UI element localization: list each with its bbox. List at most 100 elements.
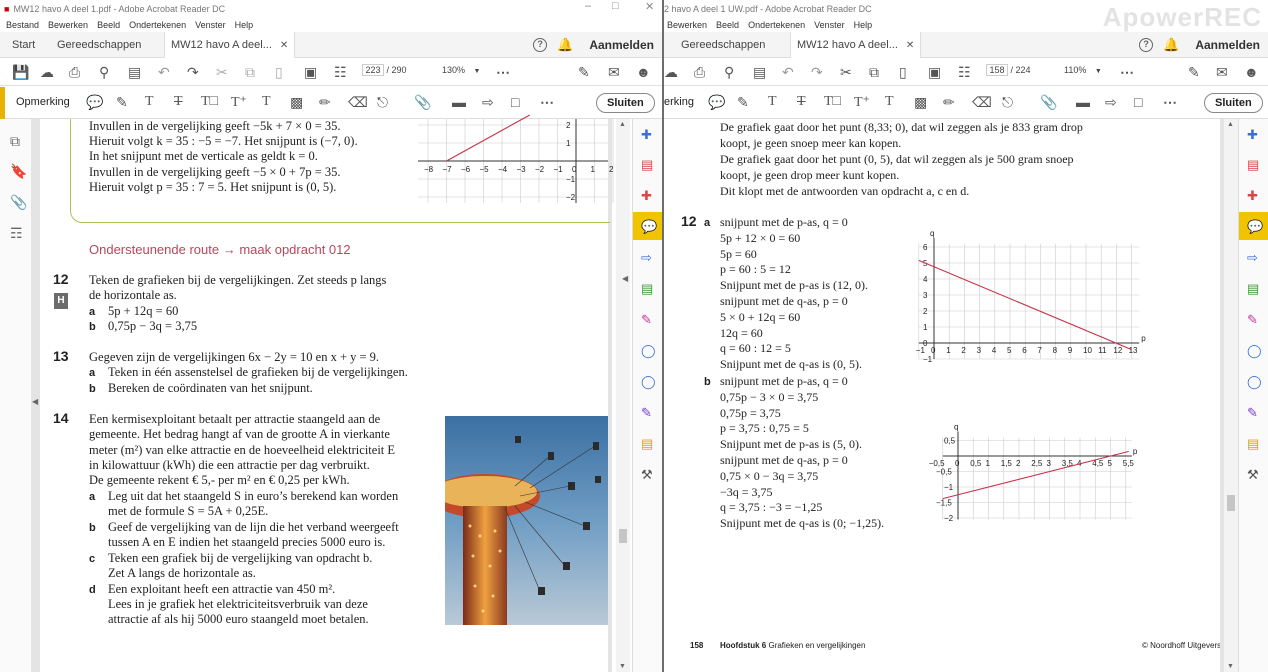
create-pdf-icon[interactable]: ✚ [641, 127, 652, 143]
scan-ocr-icon-2[interactable]: ▤ [1247, 281, 1259, 297]
comment-icon[interactable]: 💬 [641, 219, 657, 235]
optimize-icon-2[interactable]: ◯ [1247, 374, 1262, 390]
text-box-icon-right[interactable]: ▩ [914, 94, 927, 111]
print-icon[interactable]: ⎙ [69, 64, 80, 80]
paste-icon-right[interactable]: ▯ [899, 64, 907, 80]
vertical-scrollbar-left[interactable]: ▲ ▼ [616, 119, 630, 672]
fill-sign-icon-right[interactable]: ✎ [1188, 64, 1200, 80]
menu-beeld-right[interactable]: Beeld [716, 20, 739, 30]
pencil-icon[interactable]: ✏ [319, 94, 331, 111]
page-number-input[interactable]: 223 [362, 64, 384, 76]
copy-icon[interactable]: ⧉ [245, 64, 255, 80]
edit-pdf-icon-2[interactable]: ✚ [1247, 188, 1258, 204]
sign-in-button[interactable]: Aanmelden [589, 38, 654, 52]
bookmark-icon[interactable]: 🔖 [10, 163, 27, 180]
create-pdf-icon-2[interactable]: ✚ [1247, 127, 1258, 143]
arrow-tool-icon[interactable]: ⇨ [482, 94, 494, 111]
add-text-icon-right[interactable]: T [885, 94, 894, 110]
close-tab-right-icon[interactable]: ✕ [906, 40, 914, 51]
undo-icon-right[interactable]: ↶ [782, 64, 794, 80]
sticky-note-icon-right[interactable]: 💬 [708, 94, 725, 111]
add-text-icon[interactable]: T [262, 94, 271, 110]
search-icon[interactable]: ⚲ [99, 64, 109, 80]
menu-ondertekenen[interactable]: Ondertekenen [129, 20, 186, 30]
eraser-icon-right[interactable]: ⌫ [972, 94, 992, 111]
help-icon[interactable]: ? [533, 38, 548, 52]
minimize-icon[interactable]: – [585, 0, 591, 12]
tab-document[interactable]: MW12 havo A deel... ✕ [164, 32, 296, 58]
tab-document-right[interactable]: MW12 havo A deel... ✕ [790, 32, 922, 58]
help-icon-right[interactable]: ? [1139, 38, 1154, 52]
sticky-note-icon[interactable]: 💬 [86, 94, 103, 111]
find-binoculars-icon-right[interactable]: ☷ [958, 64, 971, 80]
organize-pages-icon-2[interactable]: ▤ [1247, 157, 1259, 173]
rectangle-tool-icon[interactable]: □ [511, 94, 519, 110]
collapse-right-pane[interactable]: ◀ [622, 270, 630, 290]
fill-and-sign-icon-2[interactable]: ✎ [1247, 312, 1258, 328]
more-tools-icon[interactable]: ⋯ [496, 64, 510, 80]
menu-bewerken[interactable]: Bewerken [48, 20, 88, 30]
eraser-icon[interactable]: ⌫ [348, 94, 368, 111]
snapshot-icon[interactable]: ▣ [304, 64, 317, 80]
fill-sign-icon[interactable]: ✎ [578, 64, 590, 80]
maximize-icon[interactable]: □ [612, 0, 619, 12]
arrow-tool-icon-right[interactable]: ⇨ [1105, 94, 1117, 111]
menu-help[interactable]: Help [235, 20, 254, 30]
search-icon-right[interactable]: ⚲ [724, 64, 734, 80]
replace-text-icon[interactable]: T□ [201, 94, 218, 110]
scroll-down-icon-right[interactable]: ▼ [1227, 663, 1234, 670]
underline-text-icon[interactable]: T [145, 94, 154, 110]
document-icon[interactable]: ▤ [128, 64, 141, 80]
upload-cloud-icon-right[interactable]: ☁ [664, 64, 678, 80]
edit-pdf-icon[interactable]: ✚ [641, 188, 652, 204]
text-box-icon[interactable]: ▩ [290, 94, 303, 111]
menu-venster-right[interactable]: Venster [814, 20, 845, 30]
pencil-icon-right[interactable]: ✏ [943, 94, 955, 111]
save-icon[interactable]: 💾 [12, 64, 29, 80]
more-tools-wrench-icon-2[interactable]: ⚒ [1247, 467, 1259, 483]
paste-icon[interactable]: ▯ [275, 64, 283, 80]
highlight-icon-right[interactable]: ✎ [737, 94, 749, 111]
redo-icon[interactable]: ↷ [187, 64, 199, 80]
notification-bell-icon[interactable]: 🔔 [557, 37, 573, 53]
scroll-thumb-left[interactable] [619, 529, 627, 543]
close-window-icon[interactable]: ✕ [645, 0, 654, 13]
close-tab-icon[interactable]: ✕ [280, 40, 288, 51]
scroll-down-icon[interactable]: ▼ [619, 663, 626, 670]
menu-bewerken-right[interactable]: Bewerken [667, 20, 707, 30]
undo-icon[interactable]: ↶ [158, 64, 170, 80]
tab-tools-right[interactable]: Gereedschappen [681, 32, 765, 58]
rectangle-tool-icon-right[interactable]: □ [1134, 94, 1142, 110]
stamp-icon-right[interactable]: ⎋ [1002, 94, 1013, 111]
page-number-input-right[interactable]: 158 [986, 64, 1008, 76]
attach-file-icon[interactable]: 📎 [414, 94, 431, 111]
line-tool-icon-right[interactable]: ▬ [1076, 94, 1090, 110]
share-user-icon-right[interactable]: ☻ [1244, 64, 1259, 80]
redo-icon-right[interactable]: ↷ [811, 64, 823, 80]
export-pdf-icon-2[interactable]: ⇨ [1247, 250, 1258, 266]
menu-bestand[interactable]: Bestand [6, 20, 39, 30]
scroll-up-icon-right[interactable]: ▲ [1227, 121, 1234, 128]
menu-beeld[interactable]: Beeld [97, 20, 120, 30]
more-tools-wrench-icon[interactable]: ⚒ [641, 467, 653, 483]
replace-text-icon-right[interactable]: T□ [824, 94, 841, 110]
print-icon-right[interactable]: ⎙ [694, 64, 705, 80]
stamp-icon[interactable]: ⎋ [377, 94, 388, 111]
protect-icon[interactable]: ◯ [641, 343, 656, 359]
protect-icon-2[interactable]: ◯ [1247, 343, 1262, 359]
insert-text-icon-right[interactable]: T⁺ [854, 94, 870, 111]
document-icon-right[interactable]: ▤ [753, 64, 766, 80]
cut-icon-right[interactable]: ✂ [840, 64, 852, 80]
layers-icon[interactable]: ☶ [10, 225, 23, 242]
close-comment-button-right[interactable]: Sluiten [1204, 93, 1263, 113]
optimize-icon[interactable]: ◯ [641, 374, 656, 390]
zoom-select[interactable]: 130% ▼ [442, 65, 480, 75]
upload-cloud-icon[interactable]: ☁ [40, 64, 54, 80]
copy-icon-right[interactable]: ⧉ [869, 64, 879, 80]
menu-ondertekenen-right[interactable]: Ondertekenen [748, 20, 805, 30]
request-signature-icon-2[interactable]: ✎ [1247, 405, 1258, 421]
email-icon[interactable]: ✉ [608, 64, 620, 80]
underline-text-icon-right[interactable]: T [768, 94, 777, 110]
more-comment-tools-icon[interactable]: ⋯ [540, 94, 554, 111]
find-binoculars-icon[interactable]: ☷ [334, 64, 347, 80]
